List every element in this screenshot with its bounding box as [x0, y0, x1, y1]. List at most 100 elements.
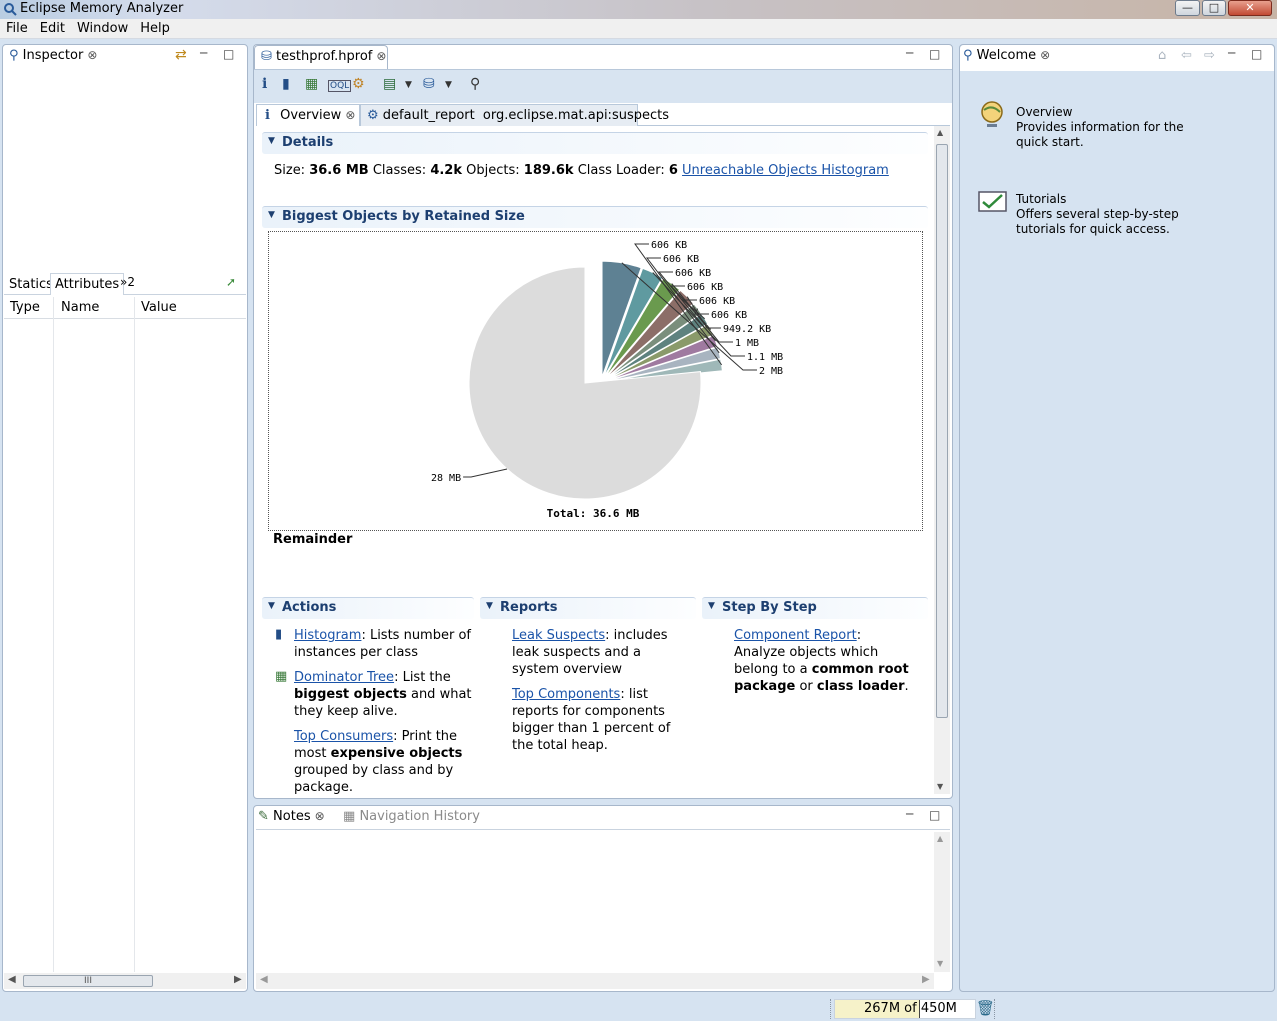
slice-label: 606 KB	[675, 268, 711, 279]
dominator-tree-link[interactable]: Dominator Tree	[294, 670, 394, 685]
actions-section-header[interactable]: ▼ Actions	[262, 597, 474, 619]
welcome-item-title[interactable]: Tutorials	[1016, 192, 1196, 207]
scroll-right-icon[interactable]: ▶	[922, 974, 930, 985]
info-icon[interactable]: i	[262, 76, 267, 92]
slice-label: 606 KB	[711, 310, 747, 321]
column-type[interactable]: Type	[10, 300, 40, 315]
welcome-tutorials[interactable]: Tutorials Offers several step-by-step tu…	[1016, 192, 1196, 237]
minimize-icon[interactable]: ─	[1228, 46, 1235, 60]
run-report-icon[interactable]: ▤	[383, 76, 396, 92]
top-consumers-link[interactable]: Top Consumers	[294, 729, 393, 744]
tab-statics[interactable]: Statics	[9, 277, 53, 292]
pie-chart[interactable]: 28 MB 606 KB 606 KB 606 KB 606 KB 606 KB 606 K…	[269, 232, 922, 530]
query-browser-icon[interactable]: ⛁	[423, 76, 435, 92]
close-icon[interactable]: ⊗	[1040, 48, 1050, 62]
maximize-icon[interactable]: □	[929, 47, 940, 61]
notes-text-area[interactable]	[256, 830, 932, 972]
scroll-right-icon[interactable]: ▶	[234, 974, 242, 985]
close-window-button[interactable]: ✕	[1228, 0, 1272, 16]
link-with-editor-icon[interactable]: ⇄	[175, 47, 187, 63]
column-name[interactable]: Name	[61, 300, 99, 315]
chevron-down-icon[interactable]: ▼	[445, 80, 452, 90]
scrollbar-thumb[interactable]: III	[23, 975, 153, 987]
tab-notes[interactable]: ✎ Notes ⊗	[258, 809, 325, 824]
chevron-down-icon[interactable]: ▼	[405, 80, 412, 90]
welcome-overview[interactable]: Overview Provides information for the qu…	[1016, 105, 1196, 150]
menu-edit[interactable]: Edit	[34, 19, 71, 36]
pie-chart-frame: 28 MB 606 KB 606 KB 606 KB 606 KB 606 KB 606 K…	[268, 231, 923, 531]
size-label: Size:	[274, 163, 306, 178]
component-report-link[interactable]: Component Report	[734, 628, 857, 643]
pin-icon[interactable]: ➚	[226, 275, 236, 289]
minimize-icon[interactable]: ─	[906, 807, 913, 821]
minimize-window-button[interactable]: —	[1175, 0, 1200, 16]
scroll-left-icon[interactable]: ◀	[260, 974, 268, 985]
collapse-icon[interactable]: ▼	[708, 601, 715, 611]
scrollbar-thumb[interactable]	[936, 144, 948, 718]
forward-icon[interactable]: ⇨	[1204, 48, 1215, 63]
home-icon[interactable]: ⌂	[1158, 48, 1166, 63]
welcome-item-desc: Provides information for the quick start…	[1016, 120, 1184, 149]
editor-vertical-scrollbar[interactable]: ▲ ▼	[934, 126, 950, 794]
notes-horizontal-scrollbar[interactable]: ◀ ▶	[256, 973, 934, 989]
thread-overview-icon[interactable]: ⚙	[352, 76, 365, 92]
tab-attributes[interactable]: Attributes	[50, 273, 125, 295]
collapse-icon[interactable]: ▼	[268, 136, 275, 146]
notes-vertical-scrollbar[interactable]: ▲ ▼	[934, 832, 950, 972]
unreachable-histogram-link[interactable]: Unreachable Objects Histogram	[682, 163, 889, 178]
menu-file[interactable]: File	[0, 19, 34, 36]
biggest-objects-section-header[interactable]: ▼ Biggest Objects by Retained Size	[262, 206, 928, 228]
maximize-icon[interactable]: □	[1251, 47, 1262, 61]
close-icon[interactable]: ⊗	[315, 809, 325, 823]
minimize-icon[interactable]: ─	[200, 46, 207, 60]
collapse-icon[interactable]: ▼	[268, 210, 275, 220]
scroll-down-icon[interactable]: ▼	[937, 959, 943, 968]
inspector-horizontal-scrollbar[interactable]: ◀ III ▶	[4, 973, 246, 989]
search-icon[interactable]: ⚲	[470, 76, 480, 92]
menu-window[interactable]: Window	[71, 19, 134, 36]
histogram-link[interactable]: Histogram	[294, 628, 361, 643]
histogram-icon[interactable]: ▮​	[282, 76, 290, 92]
heap-status[interactable]: 267M of 450M	[834, 999, 976, 1019]
welcome-item-title[interactable]: Overview	[1016, 105, 1196, 120]
scroll-up-icon[interactable]: ▲	[937, 834, 943, 843]
tab-default-report[interactable]: ⚙ default_report org.eclipse.mat.api:sus…	[360, 104, 669, 126]
maximize-icon[interactable]: □	[223, 47, 234, 61]
collapse-icon[interactable]: ▼	[268, 601, 275, 611]
section-title: Reports	[500, 600, 558, 615]
size-value: 36.6 MB	[309, 163, 369, 178]
maximize-window-button[interactable]: □	[1202, 0, 1226, 16]
tab-testhprof[interactable]: ⛁ testhprof.hprof ⊗	[254, 45, 388, 69]
reports-section-header[interactable]: ▼ Reports	[480, 597, 696, 619]
dominator-tree-icon[interactable]: ▦	[305, 76, 318, 92]
minimize-icon[interactable]: ─	[906, 46, 913, 60]
step-component-report: Component Report: Analyze objects which …	[734, 627, 914, 695]
column-value[interactable]: Value	[141, 300, 177, 315]
tab-welcome[interactable]: ⚲ Welcome ⊗	[963, 48, 1050, 63]
editor-tab-label: testhprof.hprof	[276, 49, 373, 64]
tab-inspector[interactable]: ⚲ Inspector ⊗	[2, 44, 109, 68]
more-tabs-chevron[interactable]: »2	[120, 275, 135, 289]
section-title: Step By Step	[722, 600, 817, 615]
close-icon[interactable]: ⊗	[376, 49, 386, 63]
close-icon[interactable]: ⊗	[87, 48, 97, 62]
scroll-down-icon[interactable]: ▼	[937, 782, 943, 791]
scroll-up-icon[interactable]: ▲	[937, 128, 943, 137]
tab-navigation-history[interactable]: ▦ Navigation History	[343, 809, 480, 824]
section-title: Biggest Objects by Retained Size	[282, 209, 525, 224]
details-section-header[interactable]: ▼ Details	[262, 132, 928, 154]
menu-help[interactable]: Help	[134, 19, 176, 36]
leak-suspects-link[interactable]: Leak Suspects	[512, 628, 605, 643]
inspector-subtabs: Statics Attributes »2 ➚	[4, 273, 246, 295]
top-components-link[interactable]: Top Components	[512, 687, 620, 702]
close-icon[interactable]: ⊗	[345, 108, 355, 122]
back-icon[interactable]: ⇦	[1181, 48, 1192, 63]
garbage-collect-icon[interactable]: 🗑	[976, 999, 995, 1017]
oql-icon[interactable]: OQL	[328, 80, 352, 92]
scroll-left-icon[interactable]: ◀	[8, 974, 16, 985]
collapse-icon[interactable]: ▼	[486, 601, 493, 611]
maximize-icon[interactable]: □	[929, 808, 940, 822]
tab-overview[interactable]: i Overview ⊗	[256, 104, 360, 127]
step-by-step-section-header[interactable]: ▼ Step By Step	[702, 597, 928, 619]
classes-label: Classes:	[372, 163, 427, 178]
